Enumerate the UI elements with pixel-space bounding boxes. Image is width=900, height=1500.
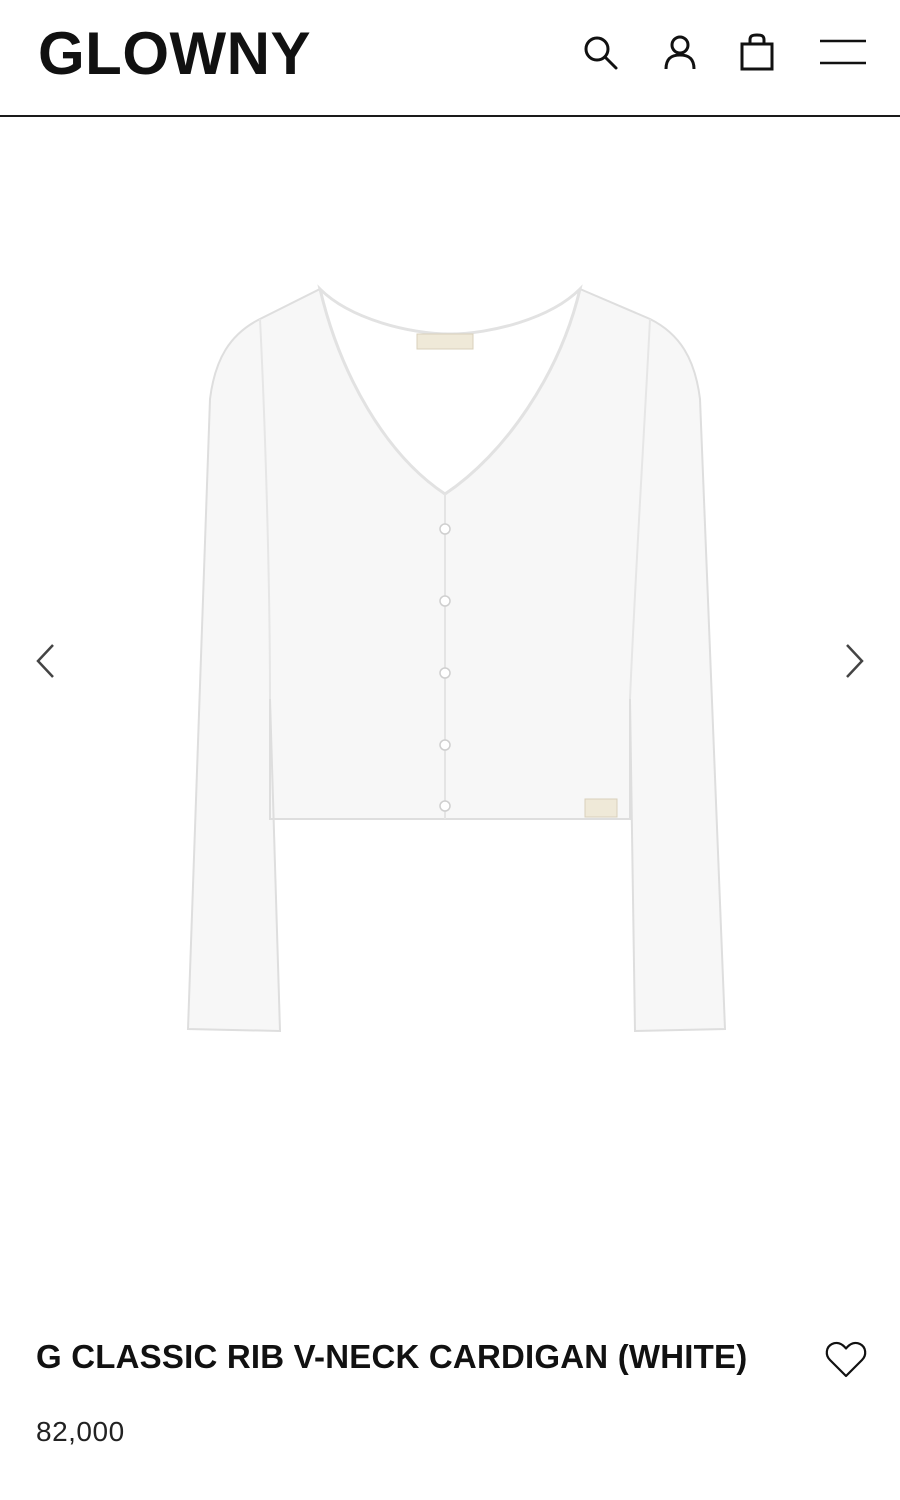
product-image (180, 279, 740, 1039)
shopping-bag-icon[interactable] (737, 32, 777, 72)
product-price: 82,000 (36, 1416, 125, 1447)
chevron-left-icon[interactable] (26, 639, 66, 683)
product-gallery[interactable] (0, 119, 900, 1299)
site-header: GLOWNY (0, 0, 900, 117)
brand-logo[interactable]: GLOWNY (38, 22, 311, 86)
heart-outline-icon[interactable] (824, 1338, 868, 1382)
chevron-right-icon[interactable] (834, 639, 874, 683)
menu-icon[interactable] (818, 32, 868, 72)
account-icon[interactable] (660, 32, 700, 72)
product-title: G CLASSIC RIB V-NECK CARDIGAN (WHITE) (36, 1338, 748, 1375)
search-icon[interactable] (580, 32, 620, 72)
